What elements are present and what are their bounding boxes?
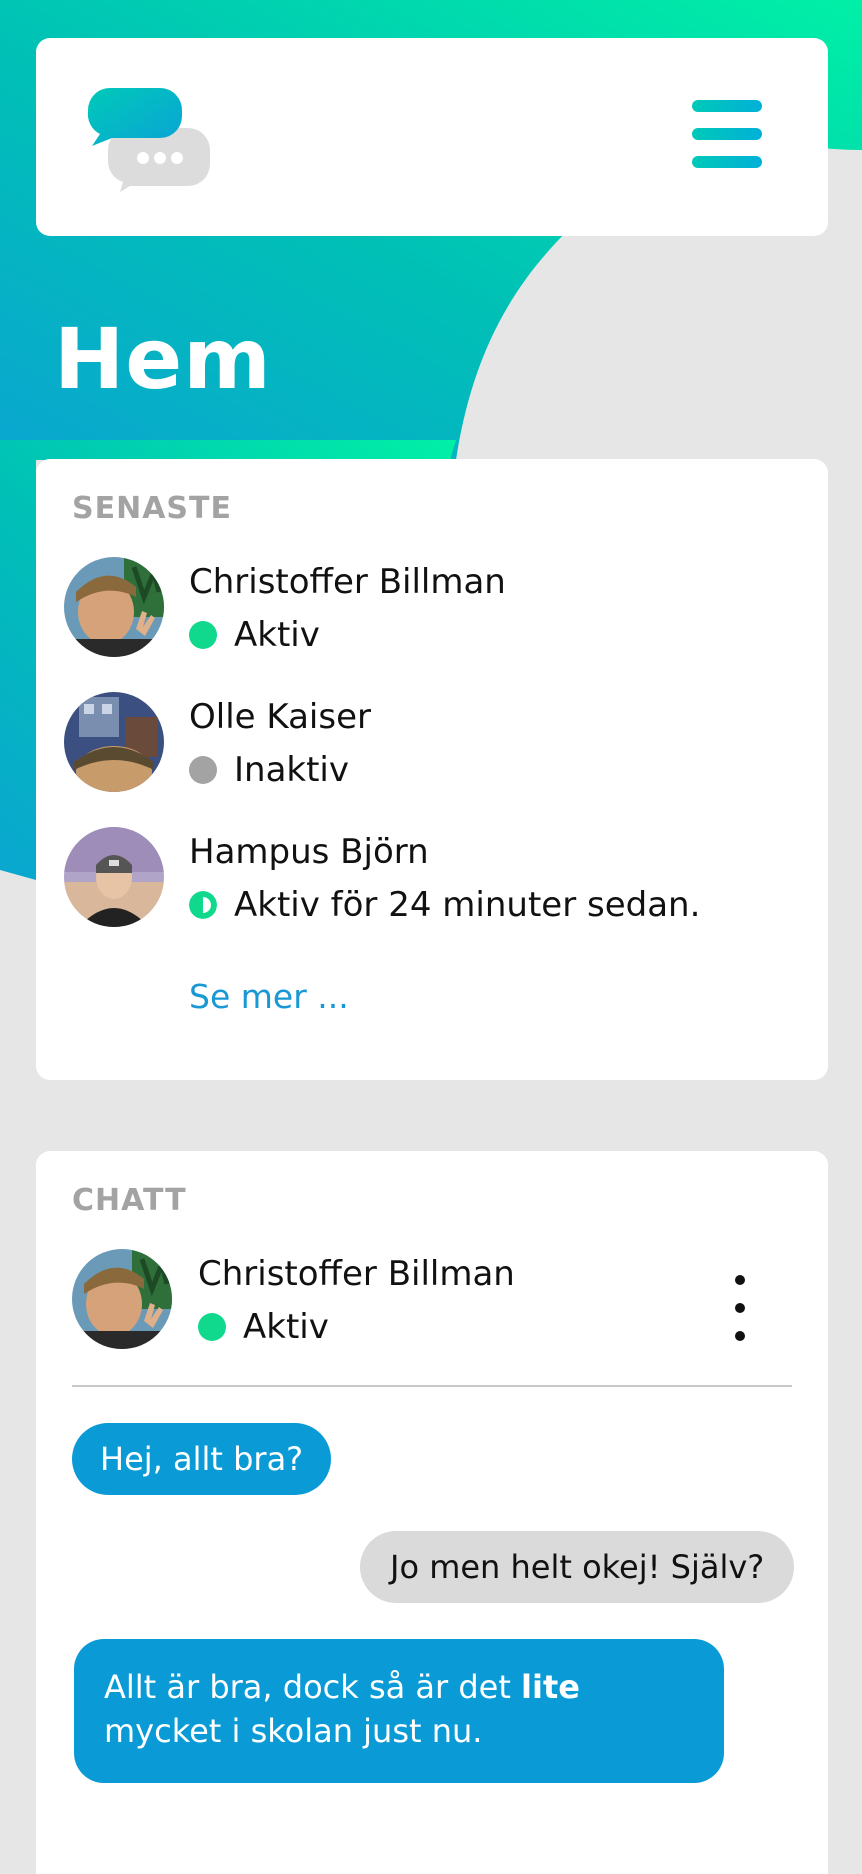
contact-item[interactable]: Hampus Björn Aktiv för 24 minuter sedan. [64, 827, 784, 937]
contact-name: Christoffer Billman [198, 1254, 515, 1294]
contact-item[interactable]: Christoffer Billman Aktiv [64, 557, 784, 667]
hamburger-menu-icon[interactable] [692, 100, 766, 170]
contact-status: Inaktiv [189, 750, 349, 790]
status-active-indicator [189, 621, 217, 649]
status-recent-indicator [189, 891, 217, 919]
recent-contacts-card: SENASTE Christoffer Billman Aktiv Olle K [36, 459, 828, 1080]
contact-item[interactable]: Olle Kaiser Inaktiv [64, 692, 784, 802]
contact-status: Aktiv för 24 minuter sedan. [189, 885, 700, 925]
section-label-recent: SENASTE [72, 491, 232, 526]
chat-card: CHATT Christoffer Billman Aktiv Hej, all… [36, 1151, 828, 1874]
status-text: Aktiv [234, 615, 320, 655]
avatar [64, 827, 164, 927]
chat-bubbles-logo[interactable] [88, 88, 210, 192]
contact-status: Aktiv [198, 1307, 329, 1347]
message-bubble-outgoing: Jo men helt okej! Själv? [360, 1531, 795, 1603]
vertical-dots-icon[interactable] [726, 1275, 756, 1345]
contact-name: Olle Kaiser [189, 697, 371, 737]
message-bubble-incoming: Hej, allt bra? [72, 1423, 332, 1495]
avatar [64, 692, 164, 792]
chat-divider [72, 1385, 792, 1387]
status-text: Aktiv för 24 minuter sedan. [234, 885, 701, 925]
contact-name: Christoffer Billman [189, 562, 506, 602]
avatar [72, 1249, 172, 1349]
status-text: Inaktiv [234, 750, 349, 790]
chat-contact-header[interactable]: Christoffer Billman Aktiv [72, 1249, 792, 1359]
app-header [36, 38, 828, 236]
message-bubble-incoming: Allt är bra, dock så är det lite mycket … [74, 1639, 724, 1783]
contact-status: Aktiv [189, 615, 320, 655]
message-text-bold: lite [521, 1668, 580, 1706]
page-title: Hem [54, 310, 272, 408]
status-text: Aktiv [243, 1307, 329, 1347]
see-more-link[interactable]: Se mer ... [189, 977, 349, 1016]
contact-name: Hampus Björn [189, 832, 429, 872]
avatar [64, 557, 164, 657]
message-text: Allt är bra, dock så är det [104, 1668, 522, 1706]
status-inactive-indicator [189, 756, 217, 784]
section-label-chat: CHATT [72, 1183, 187, 1218]
message-text: mycket i skolan just nu. [104, 1712, 483, 1750]
status-active-indicator [198, 1313, 226, 1341]
